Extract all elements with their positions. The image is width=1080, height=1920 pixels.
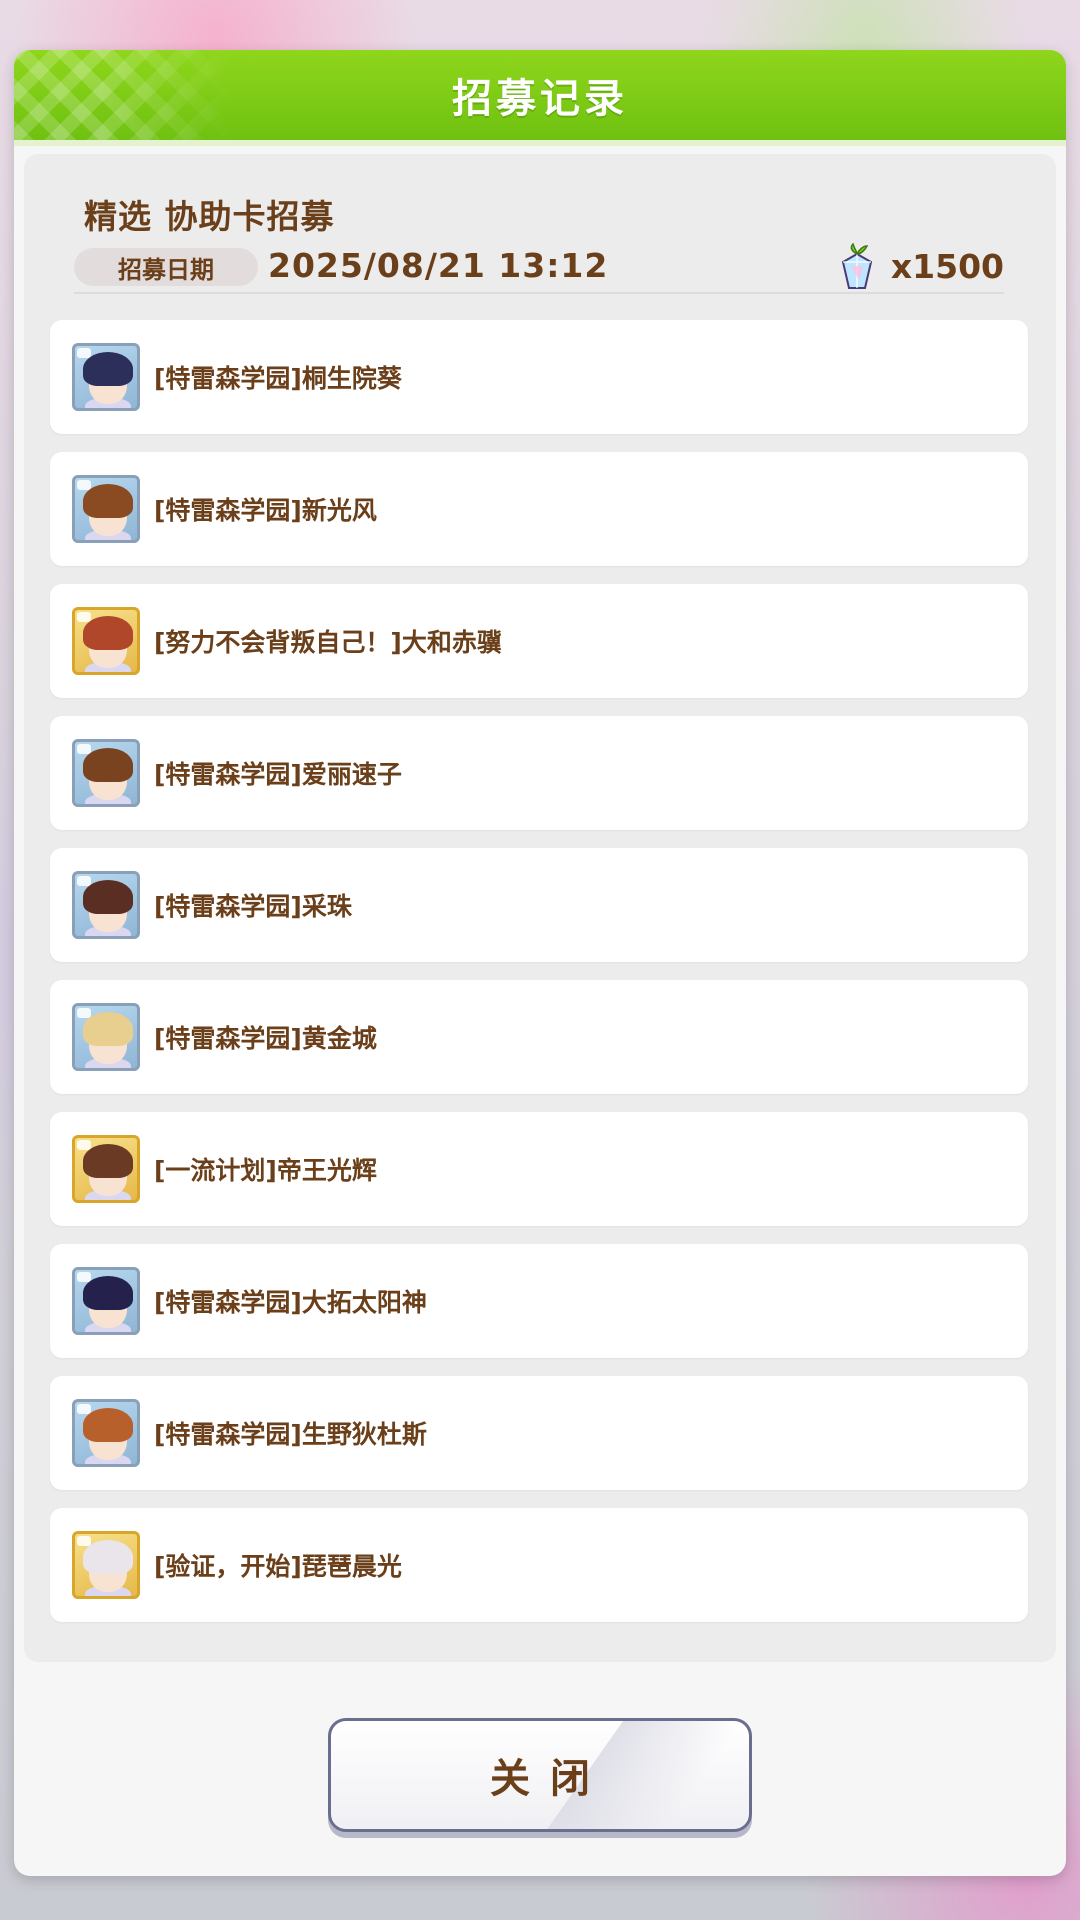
banner-title: 精选 协助卡招募 (84, 197, 335, 236)
support-card-icon[interactable] (72, 1531, 140, 1599)
card-name: [特雷森学园]采珠 (154, 892, 352, 921)
cost: x1500 (837, 240, 1004, 292)
card-portrait-hair (83, 616, 133, 650)
header-underline (14, 140, 1066, 146)
list-item[interactable]: [努力不会背叛自己！]大和赤骥 (50, 584, 1028, 698)
card-name: [特雷森学园]爱丽速子 (154, 760, 402, 789)
recruit-history-dialog: 招募记录 精选 协助卡招募 招募日期 2025/08/21 13:12 x150… (14, 50, 1066, 1876)
support-card-icon[interactable] (72, 475, 140, 543)
card-portrait-hair (83, 880, 133, 914)
dialog-title: 招募记录 (452, 76, 628, 122)
close-button-label: 关闭 (490, 1756, 610, 1802)
list-item[interactable]: [特雷森学园]新光风 (50, 452, 1028, 566)
close-button[interactable]: 关闭 (328, 1718, 752, 1832)
support-card-icon[interactable] (72, 607, 140, 675)
header-pattern (14, 50, 234, 140)
support-card-icon[interactable] (72, 1003, 140, 1071)
rarity-badge-icon (77, 1272, 91, 1282)
support-card-icon[interactable] (72, 1399, 140, 1467)
rarity-badge-icon (77, 480, 91, 490)
card-name: [一流计划]帝王光辉 (154, 1156, 377, 1185)
card-portrait-hair (83, 748, 133, 782)
card-portrait-hair (83, 1144, 133, 1178)
support-card-icon[interactable] (72, 1267, 140, 1335)
rarity-badge-icon (77, 1536, 91, 1546)
cost-value: x1500 (890, 246, 1004, 286)
list-item[interactable]: [一流计划]帝王光辉 (50, 1112, 1028, 1226)
rarity-badge-icon (77, 744, 91, 754)
card-portrait-hair (83, 1012, 133, 1046)
card-portrait-hair (83, 484, 133, 518)
list-item[interactable]: [特雷森学园]黄金城 (50, 980, 1028, 1094)
support-card-icon[interactable] (72, 739, 140, 807)
card-portrait-hair (83, 1540, 133, 1574)
history-panel: 精选 协助卡招募 招募日期 2025/08/21 13:12 x1500 [特雷… (24, 154, 1056, 1662)
result-list: [特雷森学园]桐生院葵 [特雷森学园]新光风 [努力不会背叛自己！]大和赤骥 [特雷森… (50, 320, 1028, 1640)
card-name: [特雷森学园]新光风 (154, 496, 377, 525)
list-item[interactable]: [特雷森学园]采珠 (50, 848, 1028, 962)
list-item[interactable]: [特雷森学园]桐生院葵 (50, 320, 1028, 434)
card-name: [特雷森学园]生野狄杜斯 (154, 1420, 427, 1449)
card-portrait-hair (83, 352, 133, 386)
date-value: 2025/08/21 13:12 (268, 246, 609, 285)
support-card-icon[interactable] (72, 1135, 140, 1203)
card-name: [特雷森学园]桐生院葵 (154, 364, 402, 393)
rarity-badge-icon (77, 612, 91, 622)
support-card-icon[interactable] (72, 871, 140, 939)
rarity-badge-icon (77, 876, 91, 886)
list-item[interactable]: [特雷森学园]大拓太阳神 (50, 1244, 1028, 1358)
list-item[interactable]: [特雷森学园]爱丽速子 (50, 716, 1028, 830)
card-name: [特雷森学园]黄金城 (154, 1024, 377, 1053)
jewel-icon (841, 242, 873, 289)
list-item[interactable]: [验证，开始]琵琶晨光 (50, 1508, 1028, 1622)
card-name: [验证，开始]琵琶晨光 (154, 1552, 402, 1581)
date-label: 招募日期 (74, 248, 258, 286)
card-name: [努力不会背叛自己！]大和赤骥 (154, 628, 502, 657)
rarity-badge-icon (77, 348, 91, 358)
date-row: 招募日期 2025/08/21 13:12 x1500 (74, 242, 1004, 294)
rarity-badge-icon (77, 1008, 91, 1018)
card-portrait-hair (83, 1276, 133, 1310)
card-portrait-hair (83, 1408, 133, 1442)
rarity-badge-icon (77, 1404, 91, 1414)
rarity-badge-icon (77, 1140, 91, 1150)
dialog-header: 招募记录 (14, 50, 1066, 140)
support-card-icon[interactable] (72, 343, 140, 411)
list-item[interactable]: [特雷森学园]生野狄杜斯 (50, 1376, 1028, 1490)
card-name: [特雷森学园]大拓太阳神 (154, 1288, 427, 1317)
